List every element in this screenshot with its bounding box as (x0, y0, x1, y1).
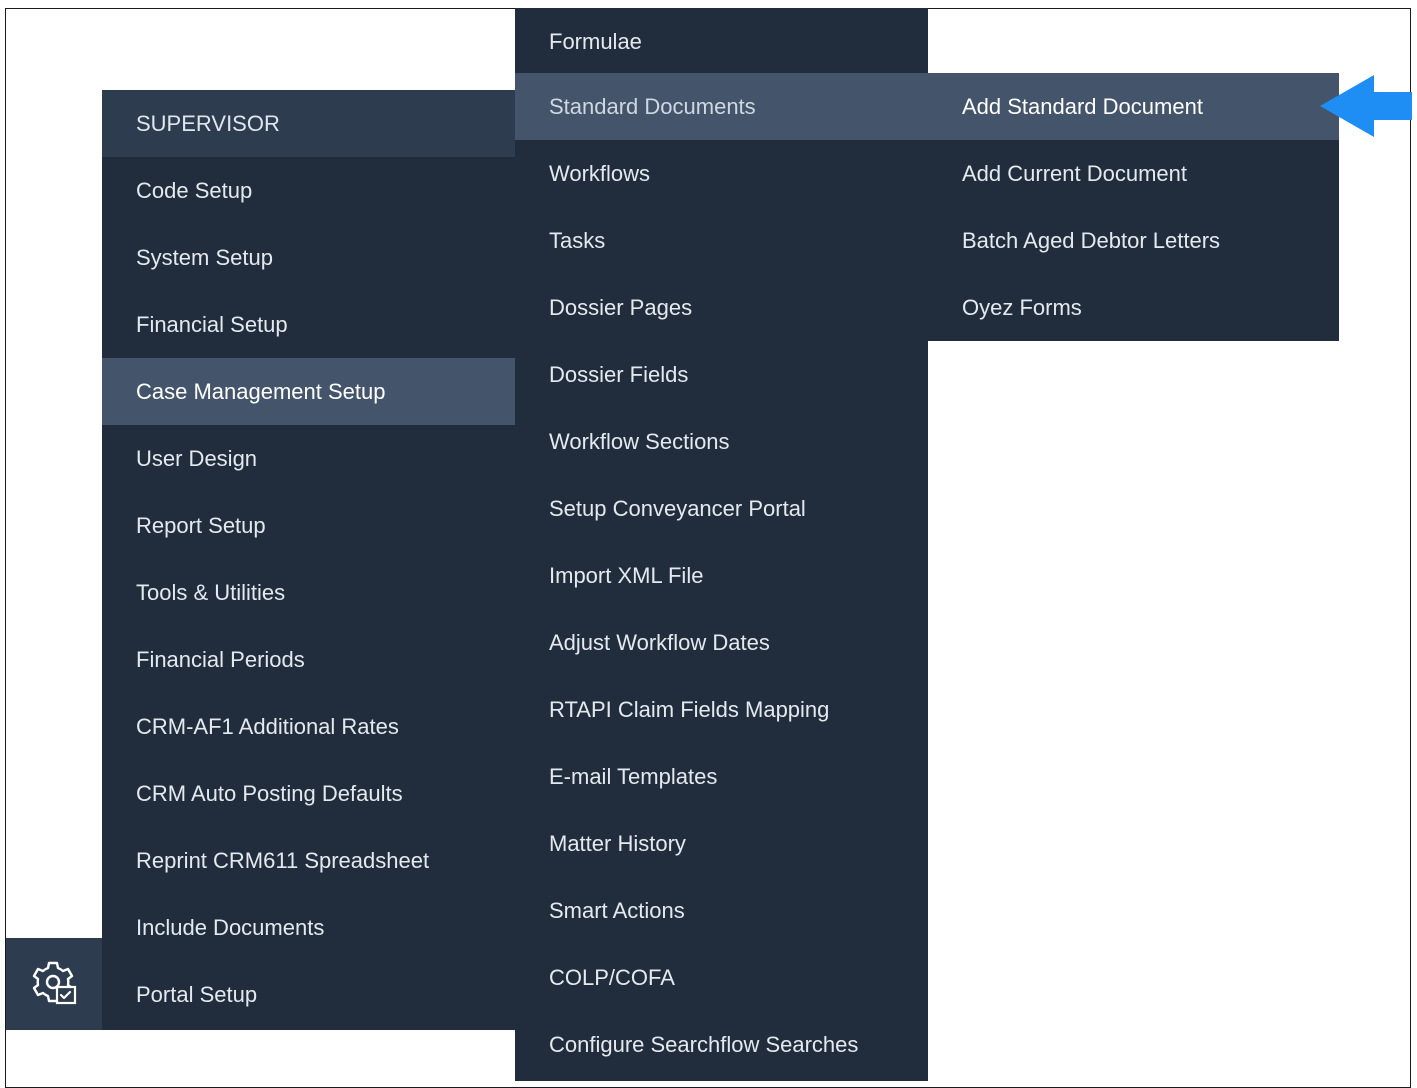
submenu-item-oyez-forms[interactable]: Oyez Forms (928, 274, 1339, 341)
menu-header-supervisor: SUPERVISOR (102, 90, 515, 157)
menu-item-crm-af1-additional-rates[interactable]: CRM-AF1 Additional Rates (102, 693, 515, 760)
submenu-item-dossier-pages[interactable]: Dossier Pages (515, 274, 928, 341)
settings-tile-button[interactable] (6, 938, 102, 1030)
submenu-item-matter-history[interactable]: Matter History (515, 810, 928, 877)
menu-item-crm-auto-posting-defaults[interactable]: CRM Auto Posting Defaults (102, 760, 515, 827)
submenu-item-batch-aged-debtor-letters[interactable]: Batch Aged Debtor Letters (928, 207, 1339, 274)
submenu-item-setup-conveyancer-portal[interactable]: Setup Conveyancer Portal (515, 475, 928, 542)
arrow-left-icon (1320, 75, 1412, 137)
menu-item-code-setup[interactable]: Code Setup (102, 157, 515, 224)
submenu-item-formulae[interactable]: Formulae (515, 8, 928, 75)
submenu-item-email-templates[interactable]: E-mail Templates (515, 743, 928, 810)
submenu-item-import-xml-file[interactable]: Import XML File (515, 542, 928, 609)
submenu-item-workflow-sections[interactable]: Workflow Sections (515, 408, 928, 475)
submenu-item-dossier-fields[interactable]: Dossier Fields (515, 341, 928, 408)
menu-item-portal-setup[interactable]: Portal Setup (102, 961, 515, 1028)
gear-settings-icon (32, 961, 77, 1005)
menu-item-reprint-crm611-spreadsheet[interactable]: Reprint CRM611 Spreadsheet (102, 827, 515, 894)
submenu-item-colp-cofa[interactable]: COLP/COFA (515, 944, 928, 1011)
submenu-item-standard-documents[interactable]: Standard Documents (515, 73, 928, 140)
menu-item-report-setup[interactable]: Report Setup (102, 492, 515, 559)
standard-documents-submenu: Add Standard Document Add Current Docume… (928, 73, 1339, 341)
case-management-submenu: Formulae Standard Documents Workflows Ta… (515, 8, 928, 1081)
submenu-item-tasks[interactable]: Tasks (515, 207, 928, 274)
menu-item-financial-setup[interactable]: Financial Setup (102, 291, 515, 358)
submenu-item-configure-searchflow-searches[interactable]: Configure Searchflow Searches (515, 1011, 928, 1078)
supervisor-menu: SUPERVISOR Code Setup System Setup Finan… (102, 90, 515, 1030)
submenu-item-workflows[interactable]: Workflows (515, 140, 928, 207)
submenu-item-add-standard-document[interactable]: Add Standard Document (928, 73, 1339, 140)
submenu-item-adjust-workflow-dates[interactable]: Adjust Workflow Dates (515, 609, 928, 676)
submenu-item-smart-actions[interactable]: Smart Actions (515, 877, 928, 944)
submenu-item-add-current-document[interactable]: Add Current Document (928, 140, 1339, 207)
submenu-item-rtapi-claim-fields-mapping[interactable]: RTAPI Claim Fields Mapping (515, 676, 928, 743)
menu-item-system-setup[interactable]: System Setup (102, 224, 515, 291)
menu-item-tools-utilities[interactable]: Tools & Utilities (102, 559, 515, 626)
menu-item-case-management-setup[interactable]: Case Management Setup (102, 358, 515, 425)
menu-item-user-design[interactable]: User Design (102, 425, 515, 492)
menu-item-financial-periods[interactable]: Financial Periods (102, 626, 515, 693)
menu-item-include-documents[interactable]: Include Documents (102, 894, 515, 961)
